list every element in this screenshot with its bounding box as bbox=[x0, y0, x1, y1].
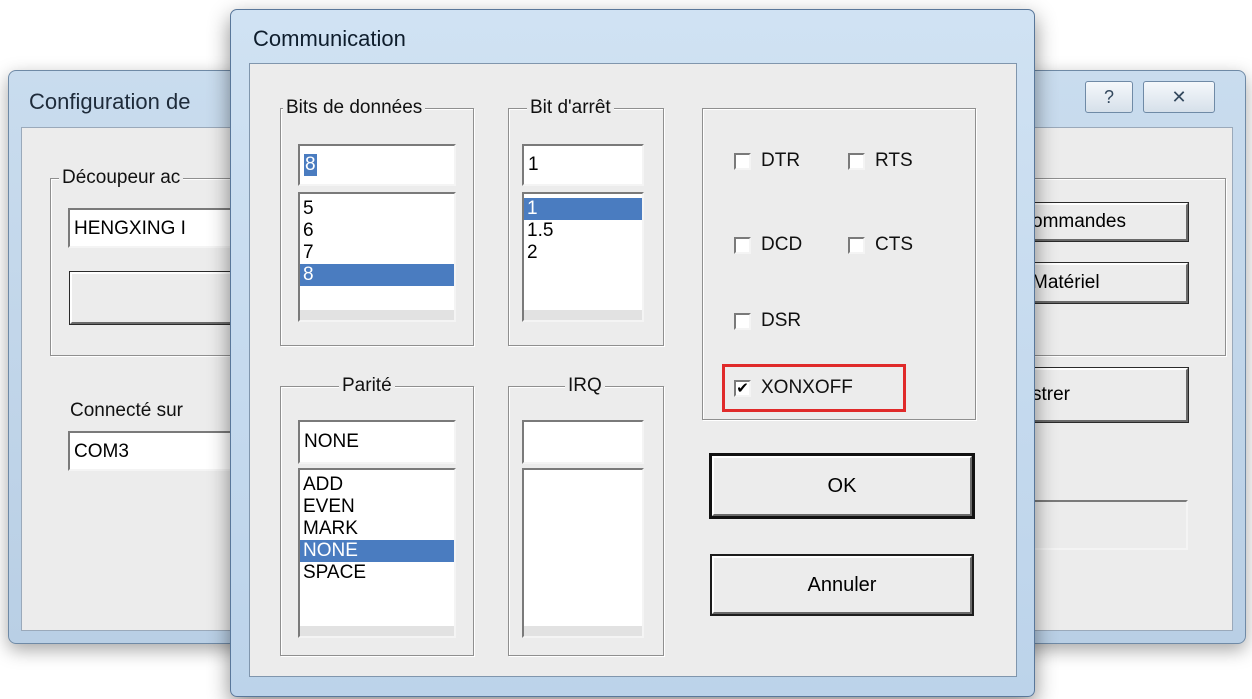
background-empty-field bbox=[1022, 500, 1188, 550]
ok-button[interactable]: OK bbox=[709, 453, 975, 519]
checkmark-icon: ✔ bbox=[736, 379, 749, 397]
dsr-label: DSR bbox=[761, 310, 802, 331]
stop-bits-label: Bit d'arrêt bbox=[527, 97, 614, 119]
close-button[interactable]: ✕ bbox=[1143, 81, 1215, 113]
data-bits-scroll-strip[interactable] bbox=[300, 310, 454, 320]
dtr-checkbox[interactable] bbox=[734, 152, 751, 170]
rts-label: RTS bbox=[875, 150, 913, 171]
parity-scroll-strip[interactable] bbox=[300, 626, 454, 636]
background-window-title: Configuration de bbox=[29, 89, 191, 114]
data-bits-listbox[interactable]: 5 6 7 8 bbox=[298, 192, 456, 322]
dcd-label: DCD bbox=[761, 234, 803, 255]
dtr-checkbox-row[interactable]: DTR bbox=[734, 150, 800, 172]
dsr-checkbox-row[interactable]: DSR bbox=[734, 310, 801, 332]
irq-scroll-strip[interactable] bbox=[524, 626, 642, 636]
rts-checkbox[interactable] bbox=[848, 152, 865, 170]
xonxoff-checkbox-row[interactable]: ✔ XONXOFF bbox=[734, 377, 853, 399]
dialog-client: Bits de données 8 5 6 7 8 Bit d'arrêt 1 … bbox=[249, 63, 1017, 677]
dtr-label: DTR bbox=[761, 150, 801, 171]
stop-bits-option[interactable]: 2 bbox=[524, 242, 642, 264]
dsr-checkbox[interactable] bbox=[734, 312, 751, 330]
dcd-checkbox-row[interactable]: DCD bbox=[734, 234, 802, 256]
dialog-title: Communication bbox=[253, 26, 406, 51]
help-button[interactable]: ? bbox=[1085, 81, 1133, 113]
data-bits-edit[interactable]: 8 bbox=[298, 144, 456, 186]
irq-edit[interactable] bbox=[522, 420, 644, 464]
irq-listbox[interactable] bbox=[522, 468, 644, 638]
cutter-group-label: Découpeur ac bbox=[59, 167, 184, 189]
parity-option-selected[interactable]: NONE bbox=[300, 540, 454, 562]
cts-checkbox[interactable] bbox=[848, 236, 865, 254]
parity-label: Parité bbox=[339, 375, 395, 397]
stop-bits-option[interactable]: 1.5 bbox=[524, 220, 642, 242]
stop-bits-listbox[interactable]: 1 1.5 2 bbox=[522, 192, 644, 322]
data-bits-option[interactable]: 6 bbox=[300, 220, 454, 242]
register-button[interactable]: strer bbox=[1021, 367, 1189, 423]
communication-dialog: Communication Bits de données 8 5 6 7 8 … bbox=[230, 9, 1035, 697]
stop-bits-scroll-strip[interactable] bbox=[524, 310, 642, 320]
data-bits-option[interactable]: 7 bbox=[300, 242, 454, 264]
parity-listbox[interactable]: ADD EVEN MARK NONE SPACE bbox=[298, 468, 456, 638]
xonxoff-checkbox[interactable]: ✔ bbox=[734, 379, 751, 397]
help-icon: ? bbox=[1103, 86, 1114, 107]
data-bits-option[interactable]: 5 bbox=[300, 198, 454, 220]
data-bits-option-selected[interactable]: 8 bbox=[300, 264, 454, 286]
connected-on-label: Connecté sur bbox=[70, 400, 184, 421]
parity-option[interactable]: MARK bbox=[300, 518, 454, 540]
cancel-button[interactable]: Annuler bbox=[710, 554, 974, 616]
cts-label: CTS bbox=[875, 234, 913, 255]
data-bits-label: Bits de données bbox=[283, 97, 426, 119]
close-icon: ✕ bbox=[1171, 86, 1187, 107]
data-bits-value: 8 bbox=[304, 154, 317, 176]
parity-option[interactable]: ADD bbox=[300, 474, 454, 496]
irq-label: IRQ bbox=[565, 375, 605, 397]
xonxoff-label: XONXOFF bbox=[761, 377, 853, 398]
parity-edit[interactable]: NONE bbox=[298, 420, 456, 464]
dcd-checkbox[interactable] bbox=[734, 236, 751, 254]
stop-bits-edit[interactable]: 1 bbox=[522, 144, 644, 186]
commands-button[interactable]: ommandes bbox=[1021, 202, 1189, 242]
rts-checkbox-row[interactable]: RTS bbox=[848, 150, 913, 172]
cts-checkbox-row[interactable]: CTS bbox=[848, 234, 913, 256]
parity-option[interactable]: SPACE bbox=[300, 562, 454, 584]
stop-bits-option-selected[interactable]: 1 bbox=[524, 198, 642, 220]
hardware-button[interactable]: Matériel bbox=[1021, 262, 1189, 304]
parity-option[interactable]: EVEN bbox=[300, 496, 454, 518]
